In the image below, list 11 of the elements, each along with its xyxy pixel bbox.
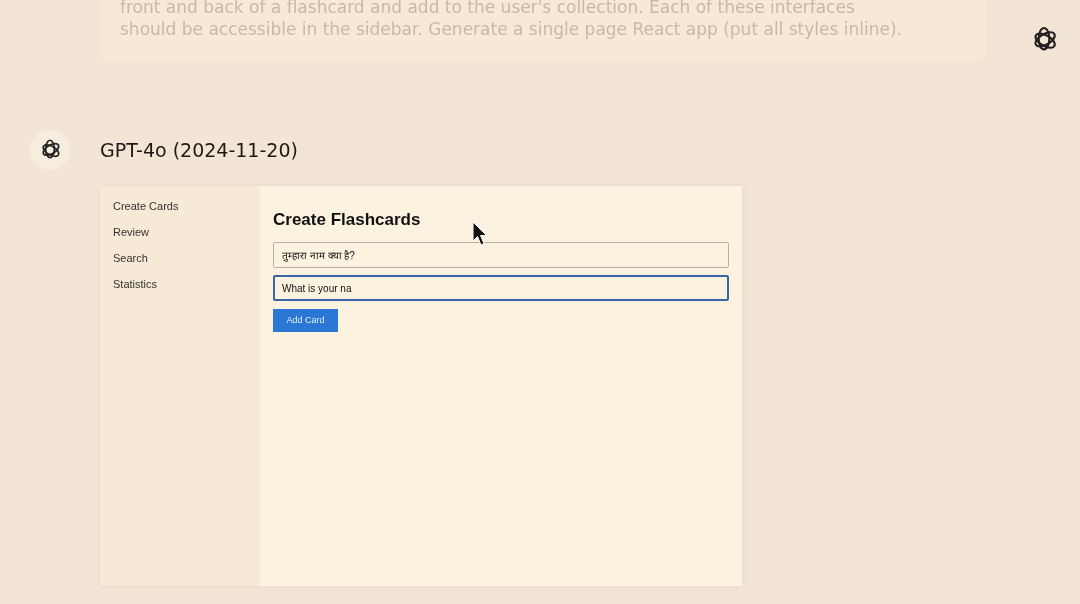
page-heading: Create Flashcards bbox=[273, 210, 422, 230]
sidebar-item[interactable]: Review bbox=[113, 224, 247, 240]
mouse-cursor-icon bbox=[472, 221, 488, 247]
avatar-icon bbox=[30, 130, 70, 170]
sidebar-item[interactable]: Search bbox=[113, 250, 247, 266]
sidebar-item[interactable]: Statistics bbox=[113, 276, 247, 292]
add-card-button[interactable]: Add Card bbox=[273, 308, 338, 332]
text-field[interactable]: तुम्हारा नाम क्या है? bbox=[273, 242, 729, 268]
model-name: GPT-4o (2024-11-20) bbox=[100, 139, 298, 161]
sidebar-item[interactable]: Create Cards bbox=[113, 198, 247, 214]
text-field[interactable]: What is your na bbox=[273, 275, 729, 301]
